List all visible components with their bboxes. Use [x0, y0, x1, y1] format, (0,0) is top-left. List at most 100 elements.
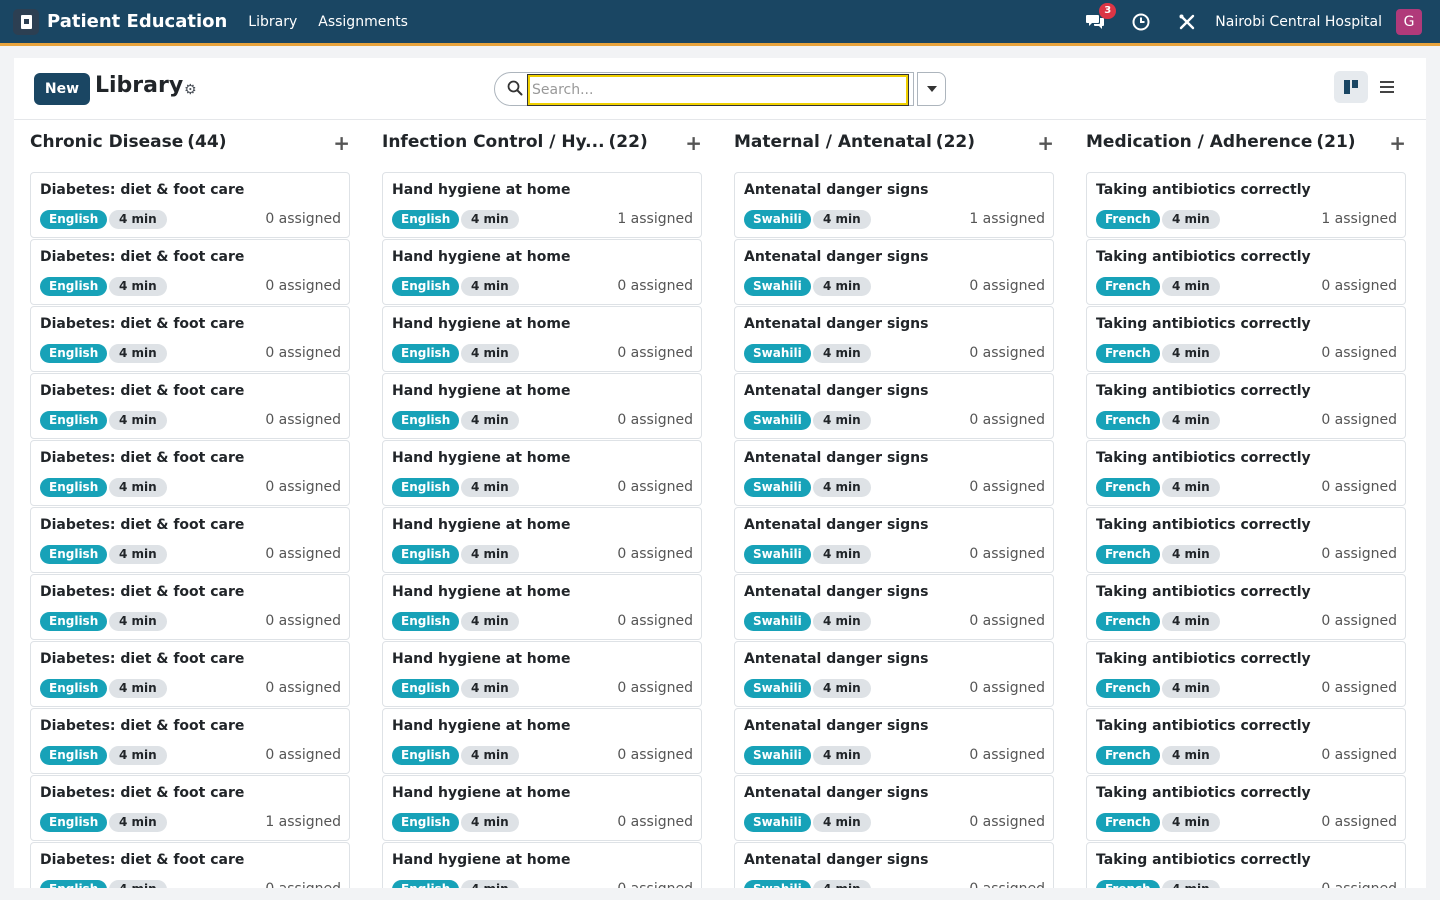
activity-button[interactable] [1129, 10, 1153, 34]
list-view-button[interactable] [1370, 71, 1404, 103]
assigned-count: 1 assigned [265, 814, 341, 830]
kanban-card[interactable]: Antenatal danger signs Swahili4 min 0 assi… [734, 775, 1054, 841]
kanban-card[interactable]: Hand hygiene at home English4 min 0 assign… [382, 507, 702, 573]
kanban-card[interactable]: Hand hygiene at home English4 min 0 assign… [382, 373, 702, 439]
kanban-column: Medication / Adherence (21) + Taking antibi… [1070, 120, 1406, 888]
gear-icon[interactable]: ⚙ [184, 82, 197, 98]
duration-tag: 4 min [1162, 612, 1220, 631]
column-title[interactable]: Infection Control / Hy... [382, 132, 605, 152]
language-tag: French [1096, 210, 1160, 229]
kanban-card[interactable]: Diabetes: diet & foot care English4 min 0 … [30, 239, 350, 305]
kanban-card[interactable]: Taking antibiotics correctly French4 min 0… [1086, 306, 1406, 372]
language-tag: French [1096, 679, 1160, 698]
duration-tag: 4 min [813, 344, 871, 363]
kanban-card[interactable]: Taking antibiotics correctly French4 min 0… [1086, 507, 1406, 573]
add-card-icon[interactable]: + [1037, 131, 1054, 155]
add-card-icon[interactable]: + [685, 131, 702, 155]
kanban-column: Maternal / Antenatal (22) + Antenatal dange… [718, 120, 1054, 888]
card-title: Hand hygiene at home [392, 651, 571, 667]
card-title: Antenatal danger signs [744, 651, 929, 667]
add-card-icon[interactable]: + [1389, 131, 1406, 155]
language-tag: English [392, 478, 460, 497]
search-icon [507, 80, 523, 96]
kanban-card[interactable]: Diabetes: diet & foot care English4 min 0 … [30, 708, 350, 774]
kanban-card[interactable]: Antenatal danger signs Swahili4 min 0 assi… [734, 306, 1054, 372]
assigned-count: 0 assigned [265, 211, 341, 227]
card-title: Taking antibiotics correctly [1096, 383, 1311, 399]
kanban-card[interactable]: Antenatal danger signs Swahili4 min 0 assi… [734, 708, 1054, 774]
search-input[interactable] [527, 74, 909, 106]
card-title: Antenatal danger signs [744, 316, 929, 332]
assigned-count: 0 assigned [1321, 881, 1397, 888]
language-tag: French [1096, 277, 1160, 296]
duration-tag: 4 min [461, 746, 519, 765]
tools-button[interactable] [1175, 10, 1199, 34]
kanban-card[interactable]: Antenatal danger signs Swahili4 min 0 assi… [734, 574, 1054, 640]
kanban-card[interactable]: Diabetes: diet & foot care English4 min 0 … [30, 172, 350, 238]
kanban-card[interactable]: Taking antibiotics correctly French4 min 0… [1086, 574, 1406, 640]
kanban-card[interactable]: Hand hygiene at home English4 min 0 assign… [382, 641, 702, 707]
kanban-card[interactable]: Taking antibiotics correctly French4 min 0… [1086, 373, 1406, 439]
kanban-card[interactable]: Hand hygiene at home English4 min 0 assign… [382, 239, 702, 305]
kanban-card[interactable]: Antenatal danger signs Swahili4 min 0 assi… [734, 507, 1054, 573]
kanban-card[interactable]: Diabetes: diet & foot care English4 min 0 … [30, 507, 350, 573]
kanban-card[interactable]: Antenatal danger signs Swahili 4 min 1 assi… [734, 172, 1054, 238]
card-title: Diabetes: diet & foot care [40, 852, 245, 868]
kanban-card[interactable]: Hand hygiene at home English4 min 0 assign… [382, 708, 702, 774]
kanban-card[interactable]: Antenatal danger signs Swahili4 min 0 assi… [734, 440, 1054, 506]
kanban-card[interactable]: Antenatal danger signs Swahili4 min 0 assi… [734, 239, 1054, 305]
kanban-view-button[interactable] [1334, 71, 1368, 103]
kanban-card[interactable]: Taking antibiotics correctly French4 min 0… [1086, 641, 1406, 707]
language-tag: English [392, 880, 460, 888]
language-tag: English [40, 813, 108, 832]
kanban-card[interactable]: Antenatal danger signs Swahili4 min 0 assi… [734, 373, 1054, 439]
kanban-card[interactable]: Diabetes: diet & foot care English 4 min 1 … [30, 775, 350, 841]
kanban-card[interactable]: Diabetes: diet & foot care English4 min 0 … [30, 440, 350, 506]
user-avatar[interactable]: G [1396, 8, 1422, 35]
new-button[interactable]: New [34, 73, 90, 105]
language-tag: French [1096, 478, 1160, 497]
duration-tag: 4 min [461, 344, 519, 363]
language-tag: English [392, 746, 460, 765]
kanban-card[interactable]: Taking antibiotics correctly French4 min 0… [1086, 775, 1406, 841]
app-brand[interactable]: Patient Education [47, 11, 227, 32]
messages-button[interactable]: 3 [1083, 2, 1117, 34]
kanban-card[interactable]: Hand hygiene at home English4 min 0 assign… [382, 775, 702, 841]
kanban-card[interactable]: Hand hygiene at home English4 min 0 assign… [382, 440, 702, 506]
hospital-switcher[interactable]: Nairobi Central Hospital [1215, 14, 1382, 30]
kanban-card[interactable]: Diabetes: diet & foot care English4 min 0 … [30, 306, 350, 372]
kanban-card[interactable]: Diabetes: diet & foot care English4 min 0 … [30, 641, 350, 707]
column-title[interactable]: Chronic Disease [30, 132, 183, 152]
card-title: Antenatal danger signs [744, 584, 929, 600]
nav-link-library[interactable]: Library [248, 14, 297, 30]
kanban-card[interactable]: Hand hygiene at home English4 min 0 assign… [382, 306, 702, 372]
tools-icon [1179, 14, 1195, 29]
kanban-card[interactable]: Antenatal danger signs Swahili4 min 0 assi… [734, 641, 1054, 707]
add-card-icon[interactable]: + [333, 131, 350, 155]
duration-tag: 4 min [813, 813, 871, 832]
card-title: Diabetes: diet & foot care [40, 316, 245, 332]
kanban-card[interactable]: Taking antibiotics correctly French4 min 0… [1086, 239, 1406, 305]
book-icon[interactable] [13, 8, 39, 35]
kanban-card[interactable]: Diabetes: diet & foot care English4 min 0 … [30, 574, 350, 640]
kanban-card[interactable]: Diabetes: diet & foot care English4 min 0 … [30, 842, 350, 888]
kanban-card[interactable]: Hand hygiene at home English4 min 0 assign… [382, 842, 702, 888]
kanban-card[interactable]: Taking antibiotics correctly French4 min 0… [1086, 708, 1406, 774]
kanban-card[interactable]: Taking antibiotics correctly French4 min 0… [1086, 842, 1406, 888]
card-title: Diabetes: diet & foot care [40, 182, 245, 198]
card-title: Taking antibiotics correctly [1096, 316, 1311, 332]
kanban-card[interactable]: Hand hygiene at home English4 min 0 assign… [382, 574, 702, 640]
kanban-card[interactable]: Diabetes: diet & foot care English4 min 0 … [30, 373, 350, 439]
assigned-count: 0 assigned [617, 479, 693, 495]
kanban-card[interactable]: Taking antibiotics correctly French 4 min 1… [1086, 172, 1406, 238]
card-title: Antenatal danger signs [744, 182, 929, 198]
column-title[interactable]: Maternal / Antenatal [734, 132, 932, 152]
nav-link-assignments[interactable]: Assignments [318, 14, 408, 30]
kanban-card[interactable]: Taking antibiotics correctly French4 min 0… [1086, 440, 1406, 506]
assigned-count: 0 assigned [969, 680, 1045, 696]
column-title[interactable]: Medication / Adherence [1086, 132, 1312, 152]
card-title: Diabetes: diet & foot care [40, 249, 245, 265]
kanban-card[interactable]: Antenatal danger signs Swahili4 min 0 assi… [734, 842, 1054, 888]
search-options-toggle[interactable] [917, 72, 946, 106]
kanban-card[interactable]: Hand hygiene at home English 4 min 1 assign… [382, 172, 702, 238]
